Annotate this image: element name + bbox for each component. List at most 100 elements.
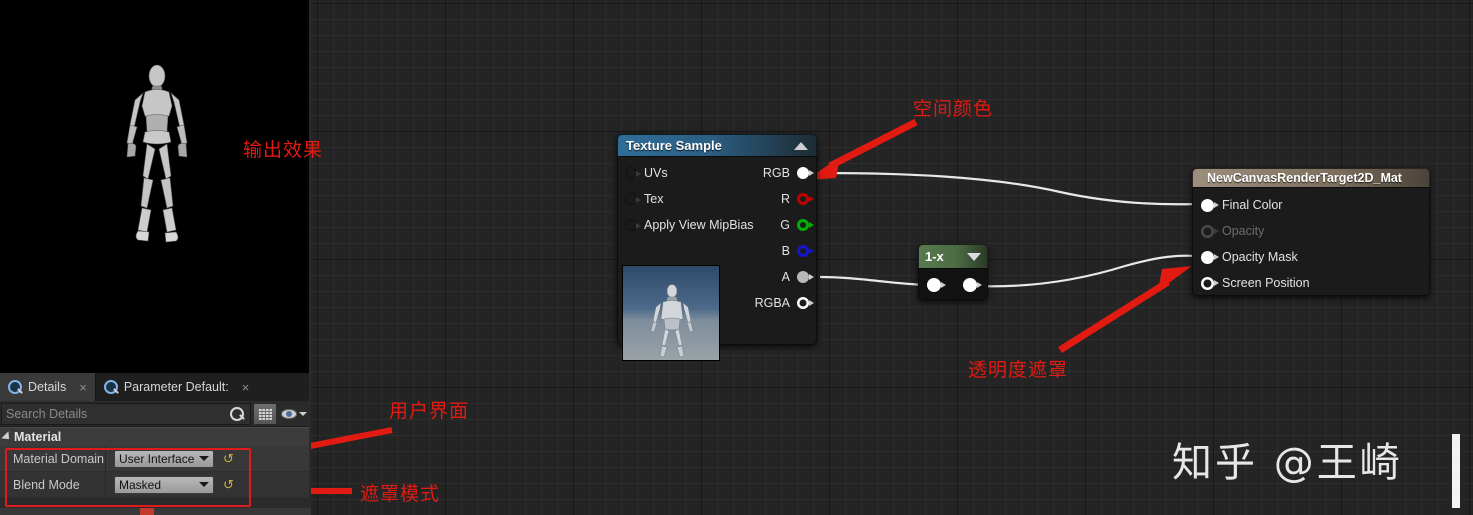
node-title: Texture Sample	[626, 138, 722, 153]
pin-label: Apply View MipBias	[644, 218, 754, 232]
pin-row-rgb[interactable]: RGB	[763, 165, 814, 181]
chevron-down-icon	[299, 411, 307, 416]
input-pin-uvs[interactable]	[625, 167, 641, 179]
property-label: Blend Mode	[13, 477, 80, 492]
pin-label: Final Color	[1222, 198, 1283, 212]
pin-label: B	[781, 244, 790, 258]
pin-row-opacity-mask[interactable]: Opacity Mask	[1201, 249, 1298, 265]
details-tabbar: Details × Parameter Default: ×	[0, 373, 309, 401]
pin-label: UVs	[644, 166, 668, 180]
input-pin-apply-view-mipbias[interactable]	[625, 219, 641, 231]
input-pin-opacity-mask[interactable]	[1201, 250, 1219, 264]
tab-details[interactable]: Details ×	[0, 373, 95, 401]
tab-close-icon[interactable]: ×	[79, 380, 87, 395]
node-header[interactable]: Texture Sample	[617, 134, 817, 156]
mannequin-preview-mesh	[126, 64, 188, 243]
pin-row-rgba[interactable]: RGBA	[755, 295, 814, 311]
output-pin-b[interactable]	[797, 245, 814, 257]
triangle-down-icon[interactable]	[1, 431, 13, 443]
output-pin-a[interactable]	[797, 271, 814, 283]
pin-label: Screen Position	[1222, 276, 1310, 290]
column-divider	[105, 471, 106, 498]
node-title: 1-x	[925, 249, 944, 264]
material-preview-viewport[interactable]	[0, 0, 311, 373]
pin-row-screen-position[interactable]: Screen Position	[1201, 275, 1310, 291]
pin-label: R	[780, 192, 790, 206]
tab-close-icon[interactable]: ×	[242, 380, 250, 395]
pin-label: Tex	[644, 192, 664, 206]
node-body: UVs Tex Apply View MipBias RGB R G B A R…	[617, 156, 817, 361]
property-label: Material Domain	[13, 451, 105, 466]
input-pin-opacity[interactable]	[1201, 225, 1219, 238]
grid-view-button[interactable]	[253, 402, 277, 425]
input-pin-screen-position[interactable]	[1201, 277, 1219, 290]
pin-row-apply-view-mipbias[interactable]: Apply View MipBias	[625, 217, 754, 233]
anno-mask-mode: 遮罩模式	[360, 483, 441, 505]
scrollbar-thumb[interactable]	[1452, 434, 1460, 508]
anno-output-effect: 输出效果	[243, 139, 324, 161]
node-body	[918, 268, 988, 300]
node-texture-sample[interactable]: Texture Sample UVs Tex Apply View MipBia…	[617, 134, 817, 361]
output-pin-result[interactable]	[963, 278, 982, 292]
pin-row-oneminus-output[interactable]	[963, 277, 982, 293]
node-header[interactable]: 1-x	[918, 244, 988, 268]
search-icon[interactable]	[230, 406, 245, 422]
pin-row-oneminus-input[interactable]	[927, 277, 946, 293]
property-row-blend-mode[interactable]: Blend Mode Masked ↺	[0, 471, 309, 498]
material-domain-dropdown[interactable]: User Interface	[114, 449, 214, 468]
dropdown-value: User Interface	[119, 451, 195, 466]
pin-label: A	[781, 270, 790, 284]
tab-parameter-defaults[interactable]: Parameter Default: ×	[96, 373, 258, 401]
blend-mode-dropdown[interactable]: Masked	[114, 475, 214, 494]
pin-label: G	[780, 218, 790, 232]
input-pin-tex[interactable]	[625, 193, 641, 205]
input-pin-x[interactable]	[927, 278, 946, 292]
output-pin-g[interactable]	[797, 219, 814, 231]
details-search-row: Search Details	[0, 401, 309, 427]
output-pin-rgb[interactable]	[797, 167, 814, 179]
magnifier-icon	[7, 379, 22, 395]
pin-row-g[interactable]: G	[780, 217, 814, 233]
pin-label: Opacity Mask	[1222, 250, 1298, 264]
color-swatch-partial	[140, 508, 154, 515]
category-header-material[interactable]: Material	[0, 427, 309, 446]
node-header[interactable]: NewCanvasRenderTarget2D_Mat	[1192, 168, 1430, 187]
visibility-eye-icon	[281, 408, 297, 419]
pin-row-a[interactable]: A	[781, 269, 814, 285]
tab-label: Details	[28, 380, 67, 394]
node-one-minus-x[interactable]: 1-x	[918, 244, 988, 300]
panel-bottom-filler	[0, 508, 311, 515]
chevron-down-icon	[199, 482, 209, 487]
details-panel[interactable]: Details × Parameter Default: × Search De…	[0, 373, 311, 515]
property-row-material-domain[interactable]: Material Domain User Interface ↺	[0, 445, 309, 472]
input-pin-final-color[interactable]	[1201, 198, 1219, 212]
collapse-triangle-icon[interactable]	[794, 141, 808, 150]
output-pin-rgba[interactable]	[797, 297, 814, 309]
visibility-options-button[interactable]	[279, 403, 309, 425]
details-scrollbar[interactable]	[1451, 432, 1461, 515]
pin-row-b[interactable]: B	[781, 243, 814, 259]
pin-row-final-color[interactable]: Final Color	[1201, 197, 1282, 213]
grid-view-icon	[258, 407, 272, 420]
pin-row-tex[interactable]: Tex	[625, 191, 663, 207]
pin-row-r[interactable]: R	[780, 191, 814, 207]
watermark-text: 知乎 @王崎	[1172, 440, 1403, 486]
search-placeholder: Search Details	[6, 406, 88, 421]
output-pin-r[interactable]	[797, 193, 814, 205]
reset-to-default-icon[interactable]: ↺	[223, 478, 234, 491]
node-title: NewCanvasRenderTarget2D_Mat	[1207, 171, 1402, 185]
category-title: Material	[14, 430, 62, 444]
search-input[interactable]: Search Details	[1, 402, 251, 425]
chevron-down-icon	[199, 456, 209, 461]
anno-opacity-mask: 透明度遮罩	[968, 359, 1069, 381]
anno-space-color: 空间颜色	[913, 98, 994, 120]
node-material-output[interactable]: NewCanvasRenderTarget2D_Mat Final Color …	[1192, 168, 1430, 296]
pin-label: Opacity	[1222, 224, 1265, 238]
pin-row-opacity[interactable]: Opacity	[1201, 223, 1264, 239]
chevron-down-icon[interactable]	[967, 252, 981, 261]
reset-to-default-icon[interactable]: ↺	[223, 452, 234, 465]
pin-row-uvs[interactable]: UVs	[625, 165, 668, 181]
anno-user-interface: 用户界面	[389, 400, 470, 422]
node-body: Final Color Opacity Opacity Mask Screen …	[1192, 187, 1430, 296]
texture-preview-thumbnail	[622, 265, 720, 361]
